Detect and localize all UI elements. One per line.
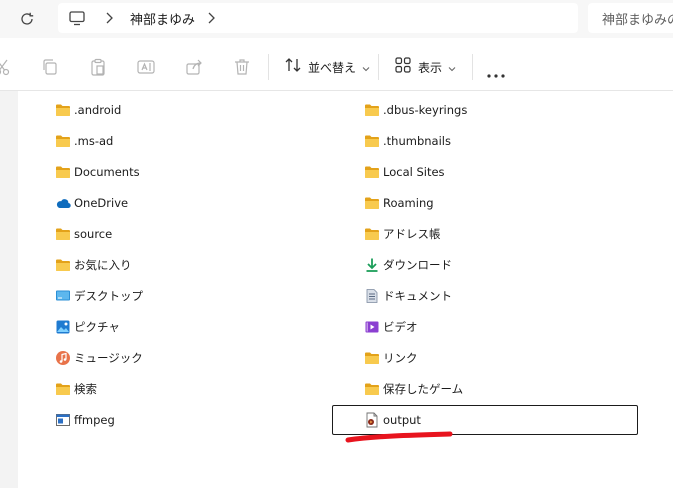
chevron-right-icon[interactable]: [102, 10, 116, 26]
folder-icon: [55, 133, 71, 149]
refresh-icon[interactable]: [16, 8, 38, 30]
folder-icon: [55, 257, 71, 273]
file-name: ピクチャ: [74, 320, 120, 334]
folder-icon: [364, 102, 380, 118]
music-icon: [55, 350, 71, 366]
breadcrumb-current[interactable]: 神部まゆみ: [130, 9, 195, 28]
documents-icon: [364, 288, 380, 304]
sort-label: 並べ替え: [308, 60, 357, 75]
sort-icon: [284, 56, 302, 78]
file-list-item[interactable]: ドキュメント: [364, 281, 452, 311]
videos-icon: [364, 319, 380, 335]
file-name: OneDrive: [74, 196, 129, 210]
navigation-pane-edge: [0, 91, 18, 488]
file-name: Documents: [74, 165, 140, 179]
toolbar-divider: [268, 54, 269, 80]
sort-button[interactable]: 並べ替え: [284, 55, 370, 79]
view-button[interactable]: 表示: [394, 55, 456, 79]
folder-icon: [364, 350, 380, 366]
file-name: Local Sites: [383, 165, 445, 179]
chevron-right-icon[interactable]: [204, 10, 218, 26]
file-name: リンク: [383, 351, 418, 365]
file-name: ドキュメント: [383, 289, 452, 303]
file-list-item[interactable]: .ms-ad: [55, 126, 113, 156]
download-icon: [364, 257, 380, 273]
file-list-item[interactable]: デスクトップ: [55, 281, 143, 311]
folder-icon: [364, 226, 380, 242]
view-grid-icon: [394, 56, 412, 78]
file-name: ffmpeg: [74, 413, 115, 427]
folder-icon: [364, 164, 380, 180]
command-bar: 並べ替え 表示: [0, 44, 673, 91]
file-list-item[interactable]: ffmpeg: [55, 405, 115, 435]
file-name: output: [383, 413, 421, 427]
chevron-down-icon: [448, 58, 456, 77]
file-name: 検索: [74, 382, 97, 396]
folder-icon: [364, 381, 380, 397]
folder-icon: [364, 195, 380, 211]
address-bar: 神部まゆみ 神部まゆみの: [0, 0, 673, 38]
file-list-item[interactable]: Roaming: [364, 188, 434, 218]
file-list-item[interactable]: ミュージック: [55, 343, 143, 373]
file-name: ミュージック: [74, 351, 143, 365]
file-list-item[interactable]: .thumbnails: [364, 126, 451, 156]
file-list-item[interactable]: Documents: [55, 157, 140, 187]
file-list-item[interactable]: アドレス帳: [364, 219, 441, 249]
file-name: .dbus-keyrings: [383, 103, 468, 117]
pictures-icon: [55, 319, 71, 335]
toolbar-divider: [472, 54, 473, 80]
path-box[interactable]: 神部まゆみ: [58, 3, 578, 33]
file-name: Roaming: [383, 196, 434, 210]
file-list-item[interactable]: お気に入り: [55, 250, 132, 280]
delete-icon[interactable]: [232, 57, 252, 77]
file-name: .ms-ad: [74, 134, 114, 148]
red-annotation-underline: [345, 431, 453, 443]
more-options-icon[interactable]: [486, 64, 506, 83]
application-icon: [55, 412, 71, 428]
toolbar-divider: [378, 54, 379, 80]
file-name: アドレス帳: [383, 227, 441, 241]
file-list-item[interactable]: source: [55, 219, 112, 249]
folder-icon: [55, 102, 71, 118]
copy-icon[interactable]: [40, 57, 60, 77]
share-icon[interactable]: [184, 57, 204, 77]
file-name: 保存したゲーム: [383, 382, 464, 396]
chevron-down-icon: [362, 58, 370, 77]
rename-icon[interactable]: [136, 57, 156, 77]
computer-icon: [68, 9, 86, 27]
search-box[interactable]: 神部まゆみの: [588, 3, 673, 33]
file-list-item[interactable]: Local Sites: [364, 157, 445, 187]
file-list-item[interactable]: .dbus-keyrings: [364, 95, 467, 125]
file-name: source: [74, 227, 113, 241]
cut-icon[interactable]: [0, 57, 12, 77]
file-name: ビデオ: [383, 320, 418, 334]
desktop-icon: [55, 288, 71, 304]
file-name: ダウンロード: [383, 258, 452, 272]
folder-icon: [364, 133, 380, 149]
file-list-item[interactable]: .android: [55, 95, 121, 125]
file-name: お気に入り: [74, 258, 132, 272]
file-list-item[interactable]: ビデオ: [364, 312, 418, 342]
file-list-item[interactable]: 保存したゲーム: [364, 374, 463, 404]
paste-icon[interactable]: [88, 57, 108, 77]
onedrive-icon: [55, 195, 71, 211]
media-file-icon: [364, 412, 380, 428]
file-list-item[interactable]: ピクチャ: [55, 312, 120, 342]
file-list-item[interactable]: OneDrive: [55, 188, 128, 218]
file-list-item[interactable]: リンク: [364, 343, 418, 373]
folder-icon: [55, 226, 71, 242]
folder-icon: [55, 164, 71, 180]
folder-icon: [55, 381, 71, 397]
file-name: デスクトップ: [74, 289, 143, 303]
search-placeholder: 神部まゆみの: [602, 13, 673, 28]
file-name: .thumbnails: [383, 134, 451, 148]
file-list-item[interactable]: ダウンロード: [364, 250, 452, 280]
file-list-item[interactable]: 検索: [55, 374, 97, 404]
file-name: .android: [74, 103, 122, 117]
view-label: 表示: [418, 60, 443, 75]
